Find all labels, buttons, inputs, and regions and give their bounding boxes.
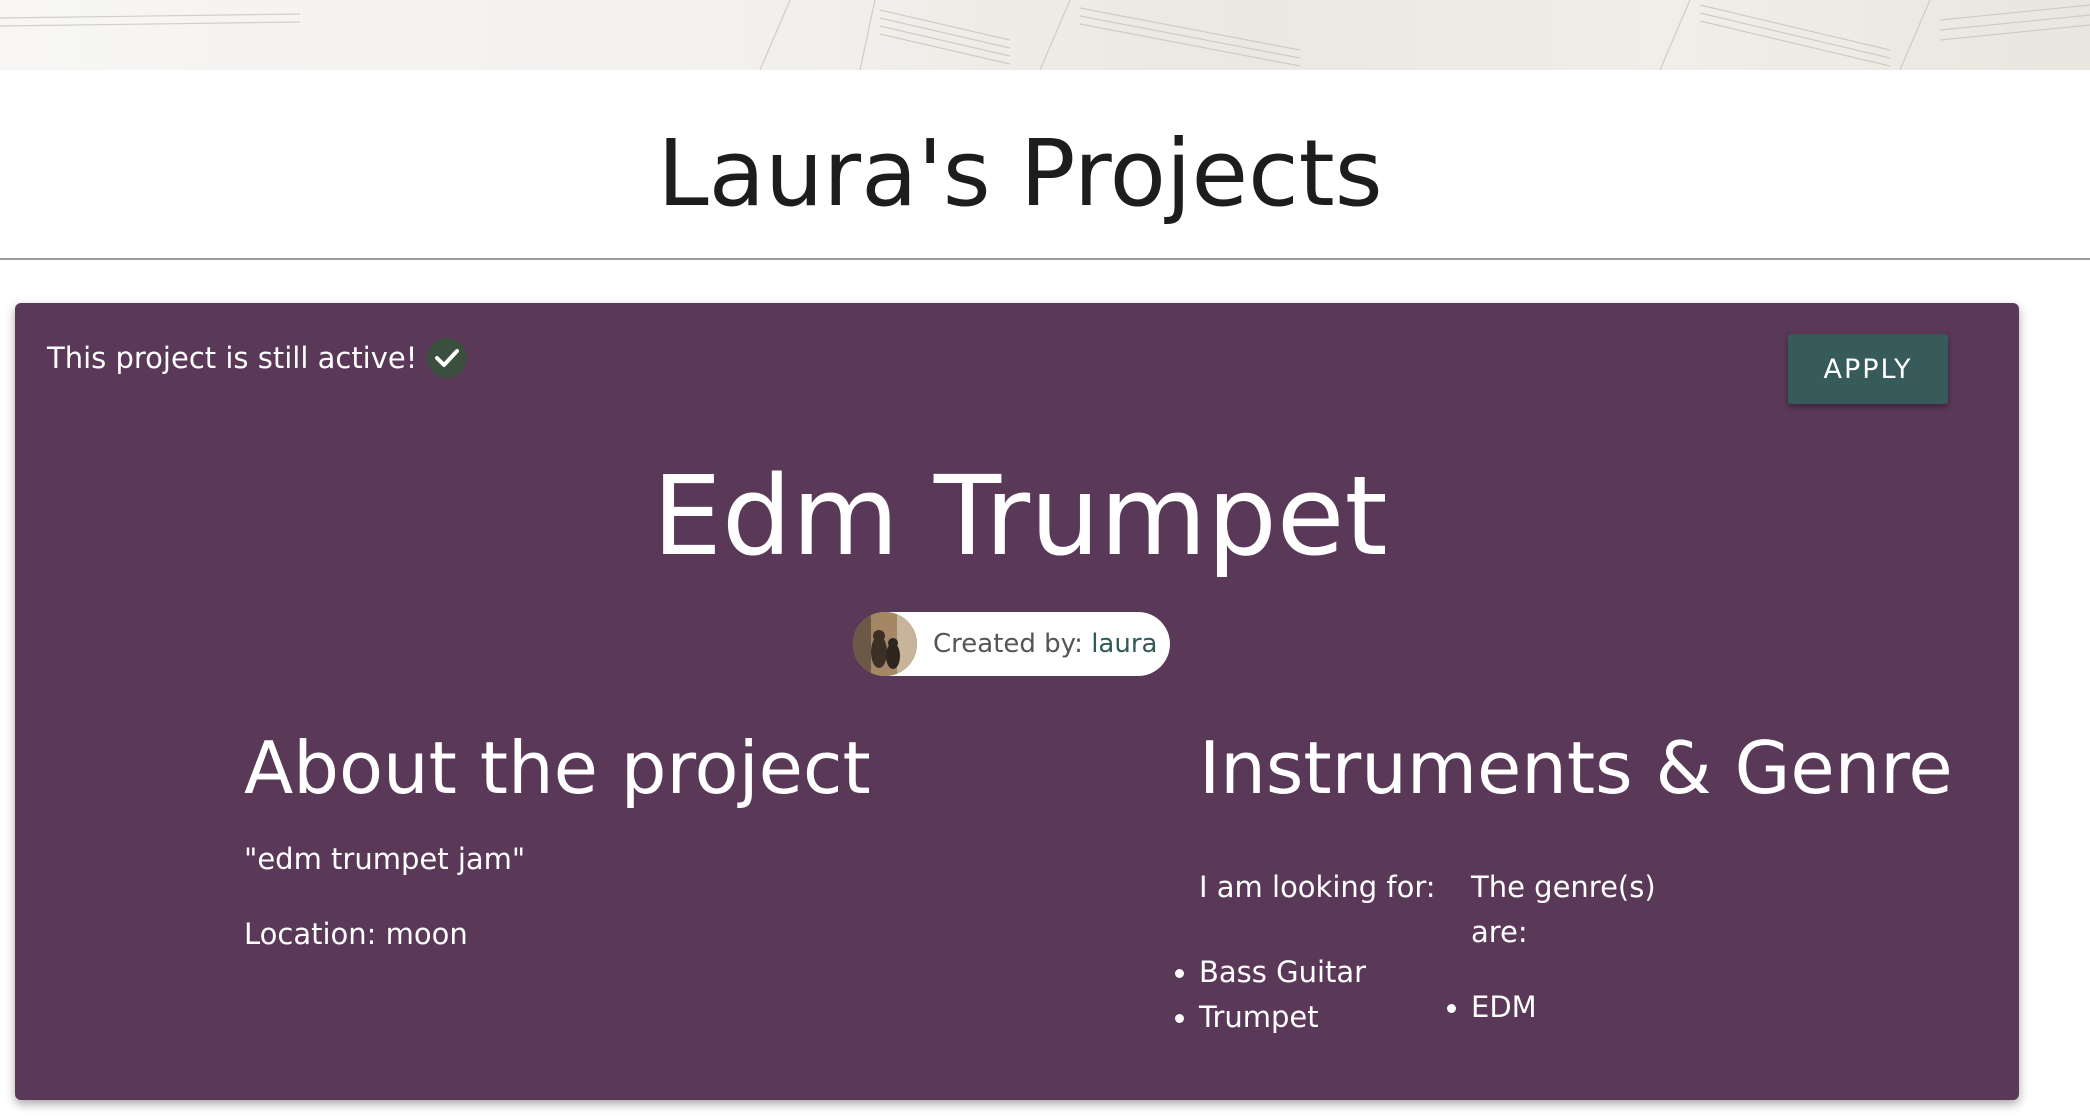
active-status: This project is still active! (47, 338, 468, 378)
about-heading: About the project (244, 726, 871, 810)
avatar (853, 612, 917, 676)
creator-name-link[interactable]: laura (1091, 629, 1157, 659)
project-description: "edm trumpet jam" (244, 842, 526, 876)
active-status-text: This project is still active! (47, 341, 418, 375)
looking-for-label: I am looking for: (1199, 870, 1436, 904)
creator-label: Created by: laura (933, 629, 1157, 659)
genre-list: EDM (1447, 985, 1537, 1030)
genre-item: EDM (1447, 985, 1537, 1030)
instruments-genre-heading: Instruments & Genre (1199, 726, 1953, 810)
creator-chip[interactable]: Created by: laura (853, 612, 1170, 676)
creator-prefix: Created by: (933, 629, 1092, 659)
apply-button[interactable]: APPLY (1788, 334, 1948, 404)
instrument-item: Trumpet (1174, 995, 1366, 1040)
instrument-list: Bass Guitar Trumpet (1174, 950, 1366, 1040)
instrument-item: Bass Guitar (1174, 950, 1366, 995)
project-card (15, 303, 2019, 1100)
title-divider (0, 258, 2090, 260)
project-location: Location: moon (244, 917, 468, 951)
header-banner-image (0, 0, 2090, 70)
project-name: Edm Trumpet (652, 452, 1388, 580)
page-title: Laura's Projects (657, 120, 1383, 227)
check-icon (427, 338, 468, 378)
genre-label-line2: are: (1471, 915, 1528, 949)
genre-label-line1: The genre(s) (1471, 870, 1656, 904)
